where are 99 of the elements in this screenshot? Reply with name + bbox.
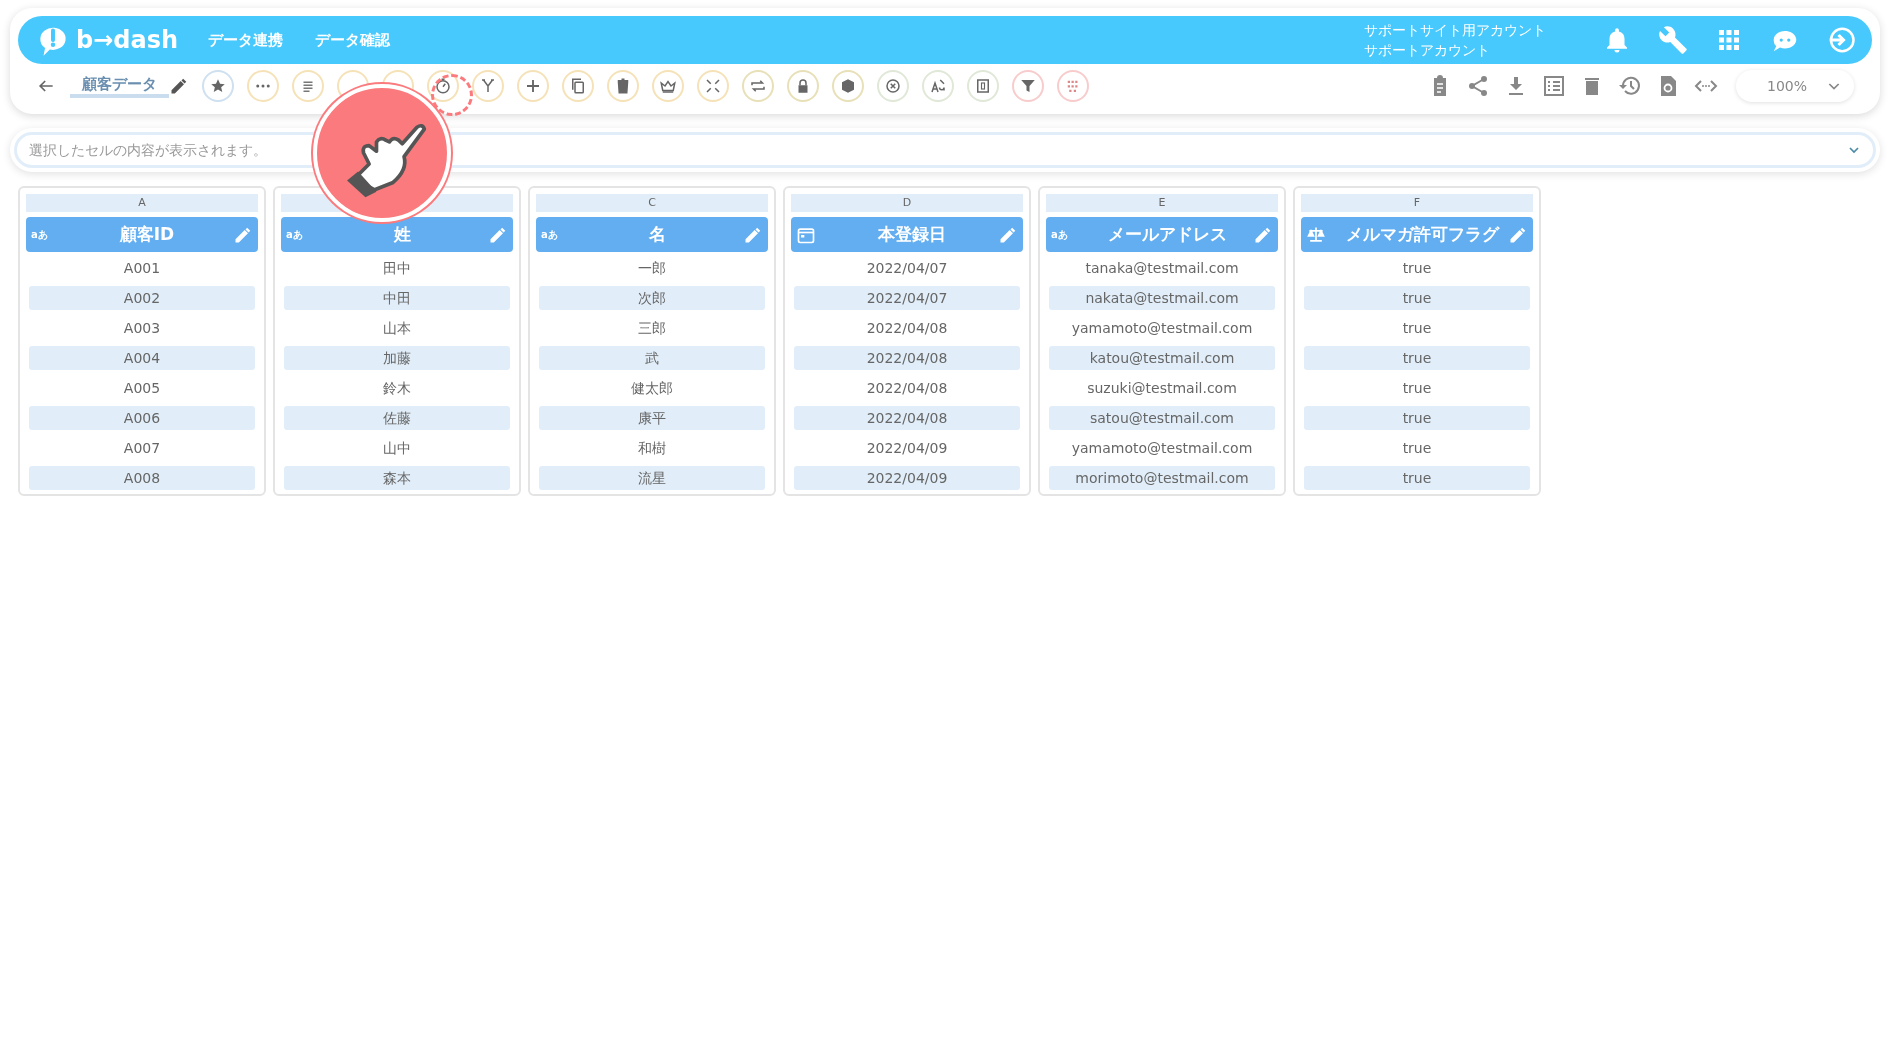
table-cell[interactable]: 森本: [284, 466, 510, 490]
sheet-title[interactable]: 顧客データ: [70, 74, 169, 98]
table-cell[interactable]: A001: [29, 256, 255, 280]
table-cell[interactable]: true: [1304, 436, 1530, 460]
counter-icon[interactable]: [974, 77, 992, 95]
table-cell[interactable]: 一郎: [539, 256, 765, 280]
table-cell[interactable]: 田中: [284, 256, 510, 280]
table-cell[interactable]: true: [1304, 286, 1530, 310]
copy-icon[interactable]: [569, 77, 587, 95]
table-cell[interactable]: 2022/04/08: [794, 316, 1020, 340]
crown-button[interactable]: [652, 70, 684, 102]
table-cell[interactable]: 2022/04/09: [794, 466, 1020, 490]
column-name: 顧客ID: [118, 222, 176, 246]
table-cell[interactable]: A004: [29, 346, 255, 370]
table-cell[interactable]: nakata@testmail.com: [1049, 286, 1275, 310]
table-cell[interactable]: 健太郎: [539, 376, 765, 400]
table-cell[interactable]: 2022/04/07: [794, 286, 1020, 310]
cancel-icon[interactable]: [884, 77, 902, 95]
column-name: 本登録日: [877, 222, 947, 246]
plus-button[interactable]: [517, 70, 549, 102]
column-letter: E: [1046, 194, 1278, 212]
column-name: 名: [647, 222, 667, 246]
account-name: サポートサイト用アカウント: [1364, 21, 1546, 40]
fork-icon[interactable]: [479, 77, 497, 95]
column-letter: A: [26, 194, 258, 212]
table-cell[interactable]: 山中: [284, 436, 510, 460]
type-label: aあ: [31, 228, 49, 242]
table-cell[interactable]: true: [1304, 466, 1530, 490]
stopwatch-icon[interactable]: [434, 77, 452, 95]
column-letter: C: [536, 194, 768, 212]
lock-button[interactable]: [787, 70, 819, 102]
table-cell[interactable]: suzuki@testmail.com: [1049, 376, 1275, 400]
type-label: aあ: [541, 228, 559, 242]
table-cell[interactable]: 2022/04/08: [794, 406, 1020, 430]
table-cell[interactable]: morimoto@testmail.com: [1049, 466, 1275, 490]
account-name: サポートアカウント: [1364, 41, 1491, 60]
table-cell[interactable]: 2022/04/08: [794, 346, 1020, 370]
repeat-button[interactable]: [742, 70, 774, 102]
table-cell[interactable]: A008: [29, 466, 255, 490]
list-icon[interactable]: [1542, 74, 1566, 98]
table-cell[interactable]: A007: [29, 436, 255, 460]
history-icon[interactable]: [1618, 74, 1642, 98]
copy-button[interactable]: [562, 70, 594, 102]
table-cell[interactable]: 中田: [284, 286, 510, 310]
table-cell[interactable]: 武: [539, 346, 765, 370]
table-cell[interactable]: A002: [29, 286, 255, 310]
highlight-ring: [431, 74, 473, 116]
table-cell[interactable]: tanaka@testmail.com: [1049, 256, 1275, 280]
trash-button[interactable]: [607, 70, 639, 102]
table-cell[interactable]: true: [1304, 256, 1530, 280]
table-cell[interactable]: 康平: [539, 406, 765, 430]
table-cell[interactable]: yamamoto@testmail.com: [1049, 436, 1275, 460]
type-label: aあ: [286, 228, 304, 242]
logo-text: b→dash: [76, 25, 179, 56]
column-letter: F: [1301, 194, 1533, 212]
type-label: aあ: [1051, 228, 1069, 242]
cube-button[interactable]: [832, 70, 864, 102]
table-cell[interactable]: A005: [29, 376, 255, 400]
zoom-select[interactable]: 100%: [1736, 70, 1854, 102]
cancel-button[interactable]: [877, 70, 909, 102]
table-cell[interactable]: yamamoto@testmail.com: [1049, 316, 1275, 340]
table-cell[interactable]: katou@testmail.com: [1049, 346, 1275, 370]
plus-icon[interactable]: [524, 77, 542, 95]
table-cell[interactable]: true: [1304, 406, 1530, 430]
table-cell[interactable]: 2022/04/07: [794, 256, 1020, 280]
column-name: メールアドレス: [1106, 222, 1228, 246]
cube-icon[interactable]: [839, 77, 857, 95]
counter-button[interactable]: [967, 70, 999, 102]
fork-button[interactable]: [472, 70, 504, 102]
table-cell[interactable]: 流星: [539, 466, 765, 490]
table-cell[interactable]: 佐藤: [284, 406, 510, 430]
translate-button[interactable]: [922, 70, 954, 102]
cell-viewer-field[interactable]: 選択したセルの内容が表示されます。: [14, 132, 1876, 168]
table-cell[interactable]: 2022/04/08: [794, 376, 1020, 400]
filter-button[interactable]: [1012, 70, 1044, 102]
table-cell[interactable]: 加藤: [284, 346, 510, 370]
table-cell[interactable]: A006: [29, 406, 255, 430]
star-icon[interactable]: [209, 77, 227, 95]
dots-button[interactable]: [247, 70, 279, 102]
table-cell[interactable]: 次郎: [539, 286, 765, 310]
pencil-icon[interactable]: [169, 76, 189, 96]
column-name: メルマガ許可フラグ: [1344, 222, 1501, 246]
table-cell[interactable]: satou@testmail.com: [1049, 406, 1275, 430]
table-cell[interactable]: 三郎: [539, 316, 765, 340]
table-cell[interactable]: true: [1304, 376, 1530, 400]
compress-icon[interactable]: [704, 77, 722, 95]
share-icon[interactable]: [1466, 74, 1490, 98]
column-letter: D: [791, 194, 1023, 212]
table-cell[interactable]: 山本: [284, 316, 510, 340]
table-cell[interactable]: 鈴木: [284, 376, 510, 400]
star-button[interactable]: [202, 70, 234, 102]
column-name: 姓: [392, 222, 412, 246]
table-cell[interactable]: true: [1304, 316, 1530, 340]
table-cell[interactable]: true: [1304, 346, 1530, 370]
table-cell[interactable]: 2022/04/09: [794, 436, 1020, 460]
translate-icon[interactable]: [929, 77, 947, 95]
table-cell[interactable]: A003: [29, 316, 255, 340]
table-cell[interactable]: 和樹: [539, 436, 765, 460]
filter-icon[interactable]: [1019, 77, 1037, 95]
